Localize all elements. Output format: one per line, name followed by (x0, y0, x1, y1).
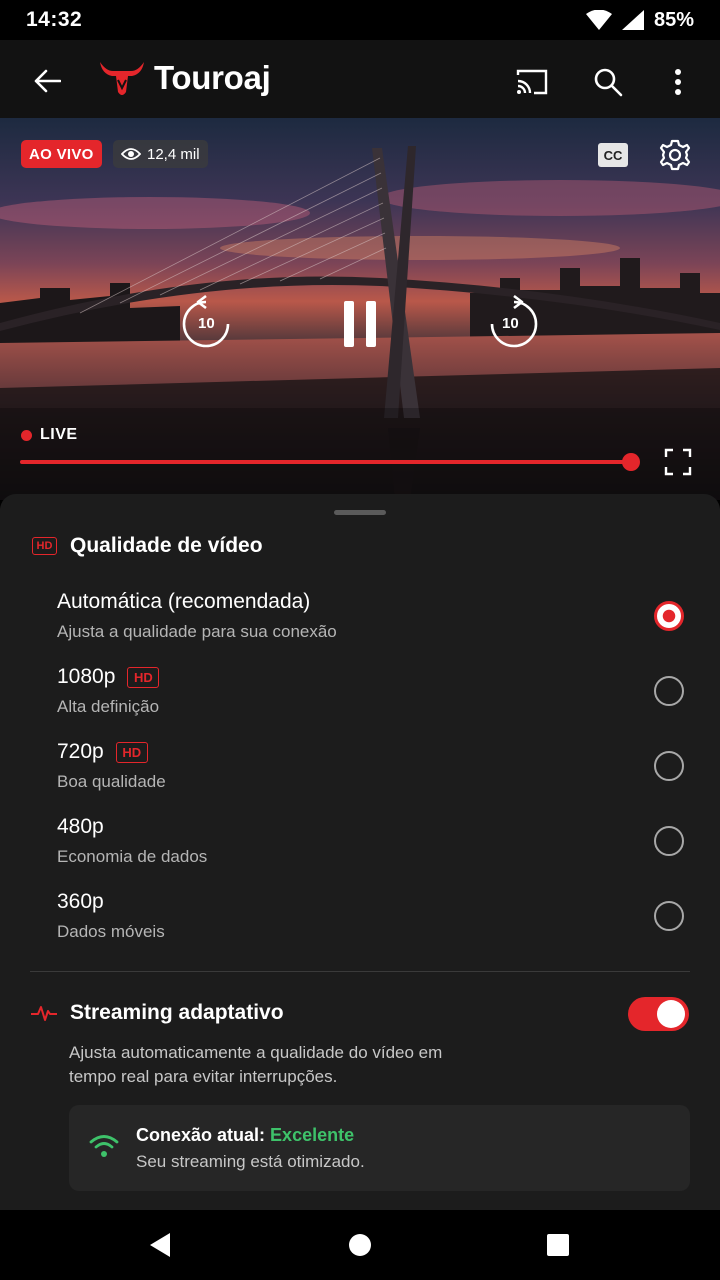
search-button[interactable] (588, 62, 628, 102)
live-indicator: LIVE (21, 426, 78, 444)
status-bar: 14:32 85% (0, 0, 720, 40)
radio[interactable] (654, 901, 684, 931)
bull-logo-icon (100, 62, 144, 95)
back-button[interactable] (30, 64, 64, 98)
nav-home-icon (349, 1234, 371, 1256)
pause-button[interactable] (338, 300, 382, 348)
system-nav-bar (0, 1210, 720, 1280)
adaptive-header: Streaming adaptativo (30, 1001, 284, 1025)
quality-option-1080p[interactable]: 1080p HD Alta definição (0, 665, 720, 735)
search-icon (594, 68, 623, 97)
progress-bar[interactable] (20, 460, 630, 464)
option-label: 360p (57, 890, 104, 913)
quality-option-360p[interactable]: 360p Dados móveis (0, 890, 720, 960)
radio[interactable] (654, 826, 684, 856)
radio[interactable] (654, 751, 684, 781)
option-sub: Economia de dados (57, 847, 208, 866)
gear-icon (659, 139, 691, 171)
hd-badge: HD (115, 741, 148, 763)
quality-sheet: HD Qualidade de vídeo Automática (recome… (0, 494, 720, 1210)
option-sub: Boa qualidade (57, 772, 166, 791)
progress-thumb[interactable] (622, 453, 640, 471)
nav-home-button[interactable] (347, 1232, 373, 1258)
connection-value: Excelente (270, 1125, 355, 1145)
battery-percent: 85% (653, 8, 694, 31)
divider (30, 971, 690, 972)
fullscreen-button[interactable] (664, 448, 692, 476)
adaptive-description: Ajusta automaticamente a qualidade do ví… (69, 1043, 443, 1086)
radio-selected[interactable] (654, 601, 684, 631)
status-right: 85% (585, 8, 694, 32)
option-label: 1080p (57, 665, 116, 688)
forward-seconds: 10 (502, 315, 519, 332)
option-label: 720p (57, 740, 104, 763)
live-dot (21, 429, 32, 441)
radio[interactable] (654, 676, 684, 706)
quality-option-480p[interactable]: 480p Economia de dados (0, 815, 720, 885)
more-button[interactable] (658, 62, 698, 102)
brand-name: Touroaj (154, 59, 271, 96)
nav-back-button[interactable] (147, 1232, 173, 1258)
captions-button[interactable]: CC (598, 143, 628, 167)
option-sub: Ajusta a qualidade para sua conexão (57, 622, 337, 641)
option-sub: Alta definição (57, 697, 160, 716)
viewer-count-badge: 12,4 mil (113, 140, 208, 168)
rewind-button[interactable]: 10 (182, 294, 234, 350)
option-label: Automática (recomendada) (57, 590, 311, 613)
pulse-icon (31, 1006, 57, 1021)
brand: Touroaj (98, 58, 271, 98)
nav-recents-icon (547, 1234, 569, 1256)
cast-button[interactable] (512, 62, 552, 102)
back-icon (34, 69, 61, 93)
hd-badge: HD (127, 666, 160, 688)
toggle-knob (657, 1000, 685, 1028)
connection-card: Conexão atual: Excelente Seu streaming e… (69, 1105, 690, 1191)
sheet-handle[interactable] (334, 510, 386, 515)
nav-recents-button[interactable] (545, 1232, 571, 1258)
adaptive-title: Streaming adaptativo (70, 1001, 284, 1024)
option-sub: Dados móveis (57, 922, 165, 941)
live-badge: AO VIVO (21, 140, 102, 168)
video-player[interactable]: AO VIVO 12,4 mil CC 10 10 LIVE (0, 118, 720, 500)
option-label: 480p (57, 815, 104, 838)
eye-icon (121, 148, 141, 160)
more-icon (675, 69, 681, 95)
status-time: 14:32 (26, 8, 83, 31)
fullscreen-icon (664, 448, 692, 476)
signal-icon (621, 10, 644, 30)
quality-title: Qualidade de vídeo (70, 534, 263, 557)
quality-option-720p[interactable]: 720p HD Boa qualidade (0, 740, 720, 810)
connection-sub: Seu streaming está otimizado. (136, 1152, 365, 1171)
forward-button[interactable]: 10 (486, 294, 538, 350)
connection-label: Conexão atual: (136, 1125, 266, 1145)
settings-button[interactable] (658, 138, 692, 172)
hd-icon: HD (32, 537, 57, 555)
connection-status: Conexão atual: Excelente (136, 1125, 354, 1146)
wifi-icon (89, 1135, 119, 1157)
live-label: LIVE (40, 426, 78, 443)
cast-icon (516, 69, 548, 95)
rewind-seconds: 10 (198, 315, 215, 332)
wifi-status-icon (585, 10, 612, 30)
pause-icon (344, 301, 376, 347)
viewer-count: 12,4 mil (147, 145, 200, 163)
app-bar: Touroaj (0, 40, 720, 118)
nav-back-icon (150, 1233, 170, 1257)
quality-option-auto[interactable]: Automática (recomendada) Ajusta a qualid… (0, 590, 720, 660)
adaptive-toggle[interactable] (628, 997, 689, 1031)
quality-header: HD Qualidade de vídeo (32, 534, 263, 558)
